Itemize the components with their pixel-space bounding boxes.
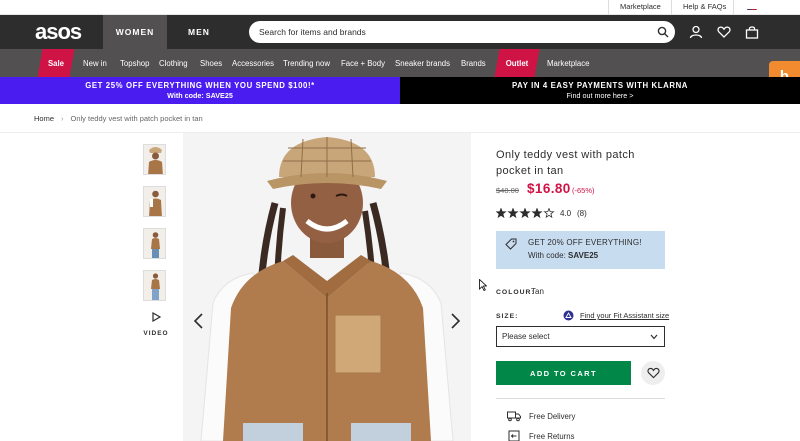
size-select[interactable]: Please select: [496, 326, 665, 347]
product-main-image[interactable]: [183, 133, 471, 441]
marketplace-link[interactable]: Marketplace: [620, 2, 661, 11]
discount-percent: (-65%): [572, 186, 595, 195]
nav-trending-now[interactable]: Trending now: [283, 49, 330, 77]
colour-value: Tan: [531, 287, 544, 296]
rating-stars[interactable]: [496, 208, 556, 218]
nav-accessories[interactable]: Accessories: [232, 49, 274, 77]
free-delivery-label[interactable]: Free Delivery: [529, 412, 575, 421]
nav-brands[interactable]: Brands: [461, 49, 486, 77]
star-filled-icon: [531, 208, 543, 218]
nav-new-in[interactable]: New in: [83, 49, 107, 77]
help-faqs-link[interactable]: Help & FAQs: [683, 2, 726, 11]
video-label: VIDEO: [143, 330, 169, 337]
nav-clothing[interactable]: Clothing: [159, 49, 188, 77]
fit-assistant-link[interactable]: Find your Fit Assistant size: [580, 311, 669, 320]
size-label: SIZE:: [496, 313, 519, 320]
nav-marketplace[interactable]: Marketplace: [547, 49, 589, 77]
product-title: Only teddy vest with patch pocket in tan: [496, 149, 635, 177]
nav-outlet[interactable]: Outlet: [497, 49, 537, 77]
features-divider: [496, 398, 665, 399]
search-input[interactable]: [259, 21, 649, 43]
tab-men[interactable]: MEN: [167, 15, 231, 49]
next-image-arrow-icon[interactable]: [448, 312, 462, 330]
thumbnail-4[interactable]: [143, 270, 166, 301]
nav-sneaker-brands[interactable]: Sneaker brands: [395, 49, 450, 77]
star-filled-icon: [519, 208, 531, 218]
heart-icon[interactable]: [717, 25, 731, 39]
promo-code-text: With code: SAVE25: [167, 91, 233, 100]
klarna-headline: PAY IN 4 EASY PAYMENTS WITH KLARNA: [511, 81, 689, 90]
search-icon[interactable]: [657, 26, 669, 38]
utility-bar: Marketplace Help & FAQs: [0, 0, 800, 15]
star-filled-icon: [496, 208, 507, 218]
breadcrumb-current: Only teddy vest with patch pocket in tan: [70, 114, 203, 123]
sale-price: $16.80: [527, 181, 571, 196]
colour-label: COLOUR:: [496, 289, 535, 296]
review-count[interactable]: (8): [577, 209, 587, 218]
tab-women[interactable]: WOMEN: [103, 15, 167, 49]
utility-divider: [733, 0, 734, 15]
nav-shoes[interactable]: Shoes: [200, 49, 222, 77]
us-flag-icon[interactable]: [747, 3, 757, 10]
fit-assistant-icon: [563, 310, 574, 321]
returns-box-icon: [508, 430, 520, 441]
bag-icon[interactable]: [745, 25, 759, 39]
nav-face-body[interactable]: Face + Body: [341, 49, 385, 77]
breadcrumb: Home › Only teddy vest with patch pocket i…: [34, 114, 203, 123]
rating-value: 4.0: [560, 209, 572, 218]
tag-icon: [505, 238, 517, 250]
video-button[interactable]: VIDEO: [143, 309, 169, 337]
asos-logo[interactable]: asos: [35, 19, 82, 45]
promo-box-code-line: With code: SAVE25: [528, 251, 599, 260]
nav-sale[interactable]: Sale: [40, 49, 72, 77]
promo-box-headline: GET 20% OFF EVERYTHING!: [528, 238, 642, 247]
promo-banner-klarna[interactable]: PAY IN 4 EASY PAYMENTS WITH KLARNA Find …: [400, 77, 800, 104]
delivery-truck-icon: [507, 411, 521, 422]
utility-divider: [671, 0, 672, 15]
size-select-value: Please select: [502, 332, 550, 341]
main-header: asos WOMEN MEN: [0, 15, 800, 49]
play-icon: [152, 311, 162, 323]
promo-headline: GET 25% OFF EVERYTHING WHEN YOU SPEND $1…: [85, 81, 315, 90]
previous-image-arrow-icon[interactable]: [192, 312, 206, 330]
mouse-cursor-icon: [479, 279, 487, 291]
heart-outline-icon: [646, 367, 660, 379]
klarna-link[interactable]: Find out more here >: [400, 91, 800, 100]
breadcrumb-separator: ›: [61, 114, 64, 123]
thumbnail-1[interactable]: [143, 144, 166, 175]
free-returns-label[interactable]: Free Returns: [529, 432, 575, 441]
account-icon[interactable]: [689, 25, 703, 39]
save-for-later-button[interactable]: [641, 361, 665, 385]
utility-divider: [608, 0, 609, 15]
star-filled-icon: [507, 208, 519, 218]
nav-topshop[interactable]: Topshop: [120, 49, 149, 77]
chevron-down-icon: [650, 334, 658, 340]
thumbnail-2[interactable]: [143, 186, 166, 217]
breadcrumb-home[interactable]: Home: [34, 114, 54, 123]
product-promo-box: GET 20% OFF EVERYTHING! With code: SAVE2…: [496, 231, 665, 269]
original-price: $48.00: [496, 186, 519, 195]
promo-banner-discount[interactable]: GET 25% OFF EVERYTHING WHEN YOU SPEND $1…: [0, 77, 400, 104]
category-nav: Sale New in Topshop Clothing Shoes Acces…: [0, 49, 800, 77]
add-to-cart-button[interactable]: ADD TO CART: [496, 361, 631, 385]
search-bar: [249, 21, 675, 43]
promo-box-code: SAVE25: [568, 251, 599, 260]
star-empty-icon: [543, 208, 555, 218]
thumbnail-3[interactable]: [143, 228, 166, 259]
